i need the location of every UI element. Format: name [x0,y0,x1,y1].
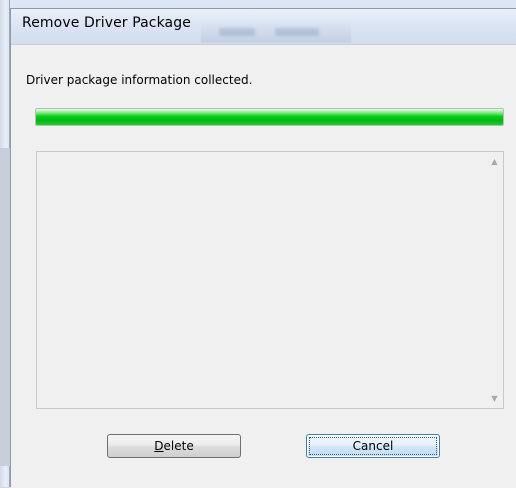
progress-bar-gloss [36,109,503,117]
delete-button-label-suffix: elete [163,439,194,453]
cancel-button[interactable]: Cancel [306,434,440,458]
delete-button-mnemonic: D [154,439,164,453]
remove-driver-package-dialog: Remove Driver Package Driver package inf… [10,8,516,488]
background-tab-advanced [275,28,319,36]
scroll-track[interactable] [486,170,503,390]
screen-background: Remove Driver Package Driver package inf… [0,0,516,488]
status-message: Driver package information collected. [26,73,253,87]
dialog-content: Driver package information collected. ▲ … [11,45,516,488]
parent-window-edge-shadow [0,148,10,466]
scroll-up-icon[interactable]: ▲ [486,153,503,170]
delete-button[interactable]: Delete [107,434,241,458]
details-list-box[interactable]: ▲ ▼ [36,151,504,409]
progress-bar-fill [36,109,503,125]
parent-window-edge [0,0,10,487]
vertical-scrollbar[interactable]: ▲ ▼ [485,152,503,408]
delete-button-label: Delete [154,439,193,453]
dialog-title: Remove Driver Package [22,15,191,31]
dialog-titlebar[interactable]: Remove Driver Package [11,9,516,45]
cancel-button-label: Cancel [352,439,394,453]
progress-bar [35,108,504,126]
scroll-down-icon[interactable]: ▼ [486,390,503,407]
background-tab-security [219,28,255,36]
background-tabs-reflection [201,19,351,43]
